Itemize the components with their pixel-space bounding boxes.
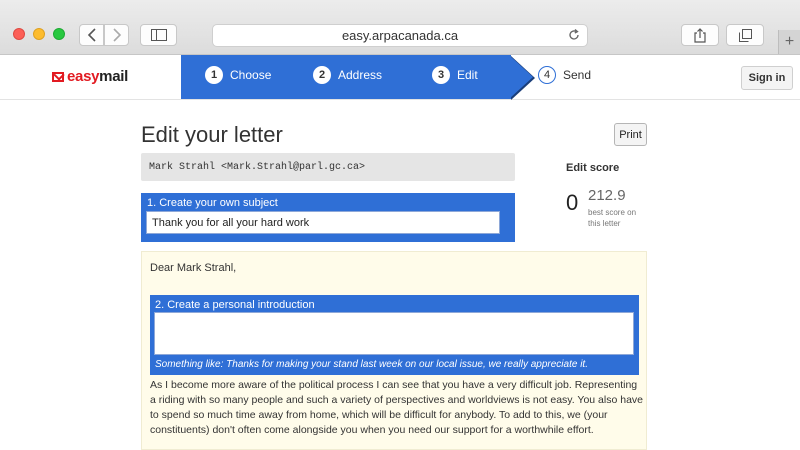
site-header: easy mail 1 Choose 2 Address 3 Edit 4 Send Si… (0, 55, 800, 100)
intro-textarea[interactable] (154, 312, 634, 355)
letter-body: Dear Mark Strahl, 2. Create a personal i… (141, 251, 647, 450)
subject-input[interactable]: Thank you for all your hard work (146, 211, 500, 234)
back-button[interactable] (79, 24, 104, 46)
logo-text-mail: mail (99, 68, 128, 85)
new-tab-button[interactable]: + (778, 30, 800, 54)
share-button[interactable] (681, 24, 719, 46)
step-address[interactable]: 2 Address (313, 66, 382, 84)
step-number: 4 (538, 66, 556, 84)
edit-score-value: 0 (566, 190, 579, 215)
minimize-window-button[interactable] (33, 28, 45, 40)
step-label: Choose (230, 68, 272, 82)
plus-icon: + (784, 33, 795, 50)
letter-paragraph[interactable]: As I become more aware of the political … (150, 378, 644, 438)
chevron-left-icon (87, 28, 96, 42)
chevron-right-icon (112, 28, 121, 42)
intro-hint: Something like: Thanks for making your s… (155, 359, 588, 370)
step-label: Edit (457, 68, 478, 82)
easymail-logo[interactable]: easy mail (52, 68, 128, 85)
print-button[interactable]: Print (614, 123, 647, 146)
steps-arrow (509, 55, 533, 99)
step-edit[interactable]: 3 Edit (432, 66, 478, 84)
logo-text-easy: easy (67, 68, 100, 85)
reload-icon[interactable] (567, 28, 581, 42)
close-window-button[interactable] (13, 28, 25, 40)
subject-section: 1. Create your own subject Thank you for… (141, 193, 515, 242)
browser-toolbar: easy.arpacanada.ca + (0, 0, 800, 55)
best-score-value: 212.9 (588, 187, 626, 204)
step-label: Send (563, 68, 592, 82)
step-send[interactable]: 4 Send (538, 66, 591, 84)
zoom-window-button[interactable] (53, 28, 65, 40)
best-score-label: best score on this letter (588, 208, 637, 228)
tabs-icon (738, 28, 752, 42)
step-choose[interactable]: 1 Choose (205, 66, 271, 84)
step-number: 1 (205, 66, 223, 84)
recipient-field: Mark Strahl <Mark.Strahl@parl.gc.ca> (141, 153, 515, 181)
address-bar[interactable]: easy.arpacanada.ca (212, 24, 588, 47)
intro-label: 2. Create a personal introduction (155, 299, 315, 311)
intro-section: 2. Create a personal introduction Someth… (150, 295, 639, 375)
sign-in-button[interactable]: Sign in (741, 66, 793, 90)
edit-score-title: Edit score (566, 162, 620, 174)
forward-button[interactable] (104, 24, 129, 46)
envelope-icon (52, 71, 64, 82)
letter-greeting: Dear Mark Strahl, (150, 262, 237, 274)
step-number: 2 (313, 66, 331, 84)
subject-label: 1. Create your own subject (147, 197, 278, 209)
url-text: easy.arpacanada.ca (341, 28, 459, 43)
share-icon (694, 27, 706, 43)
step-label: Address (338, 68, 383, 82)
page-title: Edit your letter (141, 122, 283, 147)
sidebar-toggle-button[interactable] (140, 24, 177, 46)
step-number: 3 (432, 66, 450, 84)
show-tabs-button[interactable] (726, 24, 764, 46)
sidebar-icon (150, 29, 167, 41)
